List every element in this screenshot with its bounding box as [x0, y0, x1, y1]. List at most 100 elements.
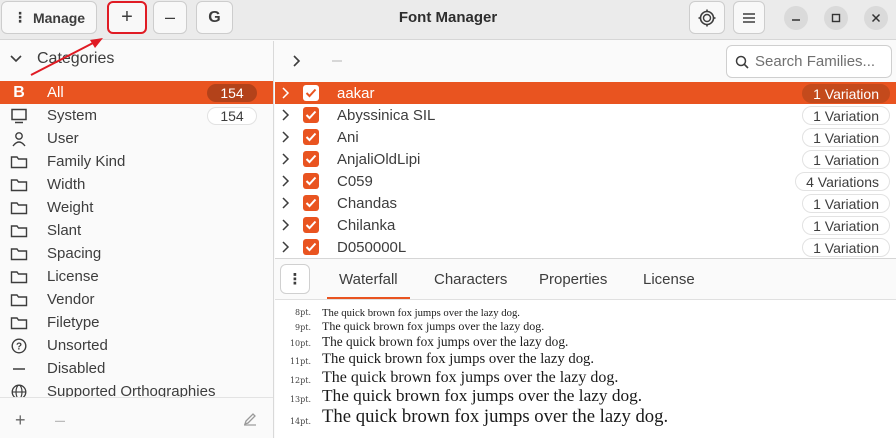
checkmark-icon [305, 88, 317, 98]
monitor-icon [10, 107, 28, 125]
chevron-right-icon[interactable] [280, 174, 292, 188]
font-enabled-checkbox[interactable] [303, 217, 319, 233]
maximize-icon [831, 13, 841, 23]
checkmark-icon [305, 132, 317, 142]
waterfall-row: 8pt. The quick brown fox jumps over the l… [275, 306, 896, 320]
minus-icon: – [164, 7, 175, 27]
folder-icon [10, 291, 28, 309]
category-count-badge: 154 [207, 83, 257, 102]
checkmark-icon [305, 198, 317, 208]
chevron-right-icon[interactable] [280, 86, 292, 100]
sidebar-item-user[interactable]: User [0, 127, 273, 150]
font-family-name: C059 [337, 172, 373, 190]
remove-fonts-button[interactable]: – [153, 1, 187, 34]
waterfall-sample-text: The quick brown fox jumps over the lazy … [322, 334, 569, 349]
sidebar-item-weight[interactable]: Weight [0, 196, 273, 219]
dash-icon [10, 360, 28, 378]
preferences-button[interactable] [689, 1, 725, 34]
font-enabled-checkbox[interactable] [303, 195, 319, 211]
chevron-down-icon [10, 55, 22, 63]
font-enabled-checkbox[interactable] [303, 151, 319, 167]
chevron-right-icon[interactable] [280, 196, 292, 210]
font-family-row[interactable]: Chilanka 1 Variation [275, 214, 896, 236]
category-count-badge: 154 [207, 106, 257, 125]
gear-icon [698, 9, 716, 26]
tab-characters[interactable]: Characters [434, 271, 507, 288]
sidebar-footer: + – [0, 397, 273, 438]
sidebar-item-vendor[interactable]: Vendor [0, 288, 273, 311]
font-enabled-checkbox[interactable] [303, 129, 319, 145]
sidebar-item-filetype[interactable]: Filetype [0, 311, 273, 334]
font-family-row[interactable]: Ani 1 Variation [275, 126, 896, 148]
main-menu-button[interactable] [733, 1, 765, 34]
chevron-right-icon[interactable] [280, 152, 292, 166]
chevron-right-icon[interactable] [280, 218, 292, 232]
font-enabled-checkbox[interactable] [303, 173, 319, 189]
font-family-row[interactable]: D050000L 1 Variation [275, 236, 896, 258]
font-enabled-checkbox[interactable] [303, 85, 319, 101]
font-enabled-checkbox[interactable] [303, 107, 319, 123]
google-fonts-button[interactable]: G [196, 1, 233, 34]
svg-text:?: ? [16, 341, 22, 352]
kebab-icon: ⋮ [287, 271, 303, 288]
sidebar-item-label: Weight [47, 199, 94, 216]
maximize-button[interactable] [824, 6, 848, 30]
font-family-name: aakar [337, 84, 375, 102]
content-toolbar [275, 41, 896, 81]
font-family-row[interactable]: AnjaliOldLipi 1 Variation [275, 148, 896, 170]
font-family-row[interactable]: aakar 1 Variation [275, 82, 896, 104]
sidebar-item-label: Disabled [47, 360, 106, 377]
font-enabled-checkbox[interactable] [303, 239, 319, 255]
checkmark-icon [305, 154, 317, 164]
sidebar-item-spacing[interactable]: Spacing [0, 242, 273, 265]
chevron-right-icon[interactable] [280, 108, 292, 122]
tab-license[interactable]: License [643, 271, 695, 288]
font-family-row[interactable]: Abyssinica SIL 1 Variation [275, 104, 896, 126]
sidebar-item-all[interactable]: B All 154 [0, 81, 273, 104]
manage-button[interactable]: ⋮ Manage [1, 1, 97, 34]
waterfall-sample-text: The quick brown fox jumps over the lazy … [322, 386, 643, 405]
waterfall-size-label: 10pt. [289, 339, 311, 348]
font-family-row[interactable]: Chandas 1 Variation [275, 192, 896, 214]
variations-badge: 1 Variation [802, 106, 890, 125]
tab-waterfall[interactable]: Waterfall [327, 271, 410, 299]
sidebar: Categories B All 154 System 154 User Family Ki… [0, 41, 274, 438]
search-families-box[interactable] [726, 45, 892, 78]
sidebar-item-label: Family Kind [47, 153, 126, 170]
expand-all-icon[interactable] [293, 55, 301, 67]
minimize-button[interactable] [784, 6, 808, 30]
checkmark-icon [305, 220, 317, 230]
waterfall-size-label: 8pt. [295, 308, 311, 317]
hamburger-icon [743, 12, 755, 23]
variations-badge: 1 Variation [802, 150, 890, 169]
add-collection-button[interactable]: + [15, 410, 26, 431]
chevron-right-icon[interactable] [280, 130, 292, 144]
checkmark-icon [305, 176, 317, 186]
header-bar: ⋮ Manage + – G Font Manager [0, 0, 896, 40]
font-family-name: Chilanka [337, 216, 396, 234]
preview-tab-bar: ⋮ Waterfall Characters Properties Licens… [275, 259, 896, 300]
sidebar-item-disabled[interactable]: Disabled [0, 357, 273, 380]
sidebar-item-slant[interactable]: Slant [0, 219, 273, 242]
add-fonts-button[interactable]: + [107, 1, 147, 34]
folder-icon [10, 176, 28, 194]
close-button[interactable] [864, 6, 888, 30]
edit-pencil-icon[interactable] [243, 412, 257, 426]
preview-menu-button[interactable]: ⋮ [280, 264, 310, 294]
font-family-row[interactable]: C059 4 Variations [275, 170, 896, 192]
tab-properties[interactable]: Properties [539, 271, 607, 288]
waterfall-size-label: 13pt. [289, 395, 311, 404]
sidebar-item-width[interactable]: Width [0, 173, 273, 196]
sidebar-item-system[interactable]: System 154 [0, 104, 273, 127]
waterfall-sample-text: The quick brown fox jumps over the lazy … [322, 351, 595, 367]
sidebar-item-unsorted[interactable]: ? Unsorted [0, 334, 273, 357]
bold-b-icon: B [13, 83, 25, 101]
sidebar-item-license[interactable]: License [0, 265, 273, 288]
collapse-all-icon[interactable] [332, 60, 342, 62]
search-families-input[interactable] [755, 53, 881, 70]
sidebar-item-label: Vendor [47, 291, 95, 308]
chevron-right-icon[interactable] [280, 240, 292, 254]
categories-header[interactable]: Categories [10, 50, 114, 68]
sidebar-item-family-kind[interactable]: Family Kind [0, 150, 273, 173]
remove-collection-button[interactable]: – [55, 410, 65, 431]
